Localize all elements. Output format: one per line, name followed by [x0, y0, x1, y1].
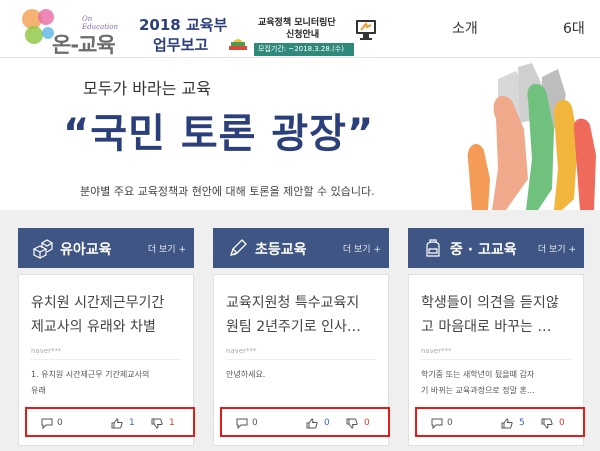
like-count: 5 [519, 418, 525, 428]
thumbs-down-icon[interactable] [346, 418, 358, 429]
card-excerpt: 안녕하세요. [226, 367, 376, 383]
dislike-count: 0 [559, 418, 565, 428]
card-excerpt: 학기중 또는 새학년이 됬을때 갑자 기 바뀌는 교육과정으로 정말 혼… [421, 367, 571, 399]
card-title[interactable]: 교육지원청 특수교육지 원팀 2년주기로 인사… [226, 291, 382, 339]
card-title-line2: 제교사의 유래와 차별 [31, 319, 156, 335]
site-header: On Education 온-교육 2018 교육부 업무보고 교육정책 모니터… [0, 0, 600, 58]
comment-icon[interactable] [236, 418, 248, 429]
thumbs-up-icon[interactable] [501, 418, 513, 429]
card-title-line1: 유치원 시간제근무기간 [31, 295, 165, 311]
hero-banner: 모두가 바라는 교육 “국민 토론 광장” 분야별 주요 교육정책과 현안에 대… [0, 59, 600, 210]
card-author: naver*** [226, 347, 257, 355]
card-title-line2: 고 마음대로 바꾸는 … [421, 319, 552, 335]
card-divider [31, 359, 181, 360]
nav-item-six-areas[interactable]: 6대 [563, 18, 585, 38]
card-divider [421, 359, 571, 360]
card-stats-bar: 0 0 0 [220, 407, 390, 437]
section-title: 중 · 고교육 [450, 242, 517, 258]
section-title: 유아교육 [60, 242, 112, 258]
site-logo[interactable]: On Education 온-교육 [20, 5, 120, 57]
thumbs-up-icon[interactable] [306, 418, 318, 429]
like-count: 1 [129, 418, 135, 428]
hero-title: “국민 토론 광장” [63, 111, 375, 157]
section-header: 초등교육 더 보기 + [213, 228, 389, 268]
card-title-line2: 원팀 2년주기로 인사… [226, 319, 361, 335]
card-excerpt-line2: 기 바뀌는 교육과정으로 정말 혼… [421, 386, 535, 395]
dislike-count: 1 [169, 418, 175, 428]
card-excerpt-line1: 1. 유치원 시간제근무 기간제교사의 [31, 370, 150, 379]
banner-report-line2: 업무보고 [153, 36, 209, 54]
thumbs-down-icon[interactable] [151, 418, 163, 429]
thumbs-up-icon[interactable] [111, 418, 123, 429]
card-stats-bar: 0 5 0 [415, 407, 585, 437]
backpack-icon [426, 239, 440, 257]
hero-description: 분야별 주요 교육정책과 현안에 대해 토론을 제안할 수 있습니다. [80, 185, 375, 198]
card-title-line1: 교육지원청 특수교육지 [226, 295, 360, 311]
section-header: 중 · 고교육 더 보기 + [408, 228, 584, 268]
card-title[interactable]: 학생들이 의견을 듣지않 고 마음대로 바꾸는 … [421, 291, 577, 339]
hero-eyebrow: 모두가 바라는 교육 [83, 79, 211, 98]
card-stats-bar: 0 1 1 [25, 407, 195, 437]
section-title: 초등교육 [255, 242, 307, 258]
card-author: naver*** [421, 347, 452, 355]
like-count: 0 [324, 418, 330, 428]
more-link[interactable]: 더 보기 + [343, 242, 381, 255]
card-excerpt: 1. 유치원 시간제근무 기간제교사의 유래 [31, 367, 181, 399]
banner-monitoring-period: 모집기간: ~2018.3.28.(수) [254, 43, 354, 56]
raised-hands-illustration [467, 63, 596, 210]
banner-monitoring-line2: 신청안내 [286, 30, 320, 40]
card-divider [226, 359, 376, 360]
card-author: naver*** [31, 347, 62, 355]
card-title-line1: 학생들이 의견을 듣지않 [421, 295, 559, 311]
comment-icon[interactable] [41, 418, 53, 429]
card-title[interactable]: 유치원 시간제근무기간 제교사의 유래와 차별 [31, 291, 187, 339]
comment-count: 0 [57, 418, 63, 428]
section-header: 유아교육 더 보기 + [18, 228, 194, 268]
nav-item-about[interactable]: 소개 [452, 18, 478, 38]
card-excerpt-line1: 학기중 또는 새학년이 됬을때 갑자 [421, 370, 535, 379]
logo-name: 온-교육 [52, 33, 116, 57]
dislike-count: 0 [364, 418, 370, 428]
blocks-icon [32, 239, 54, 259]
banner-report-line1: 2018 교육부 [139, 16, 228, 34]
banner-monitoring[interactable]: 교육정책 모니터링단 신청안내 모집기간: ~2018.3.28.(수) [254, 10, 376, 56]
card-excerpt-line2: 유래 [31, 386, 46, 395]
comment-count: 0 [252, 418, 258, 428]
monitor-icon [356, 20, 376, 40]
more-link[interactable]: 더 보기 + [148, 242, 186, 255]
banner-ministry-report[interactable]: 2018 교육부 업무보고 [135, 10, 253, 54]
books-icon [229, 39, 247, 50]
comment-icon[interactable] [431, 418, 443, 429]
thumbs-down-icon[interactable] [541, 418, 553, 429]
pencil-icon [229, 239, 247, 257]
card-excerpt-line1: 안녕하세요. [226, 370, 266, 379]
more-link[interactable]: 더 보기 + [538, 242, 576, 255]
comment-count: 0 [447, 418, 453, 428]
